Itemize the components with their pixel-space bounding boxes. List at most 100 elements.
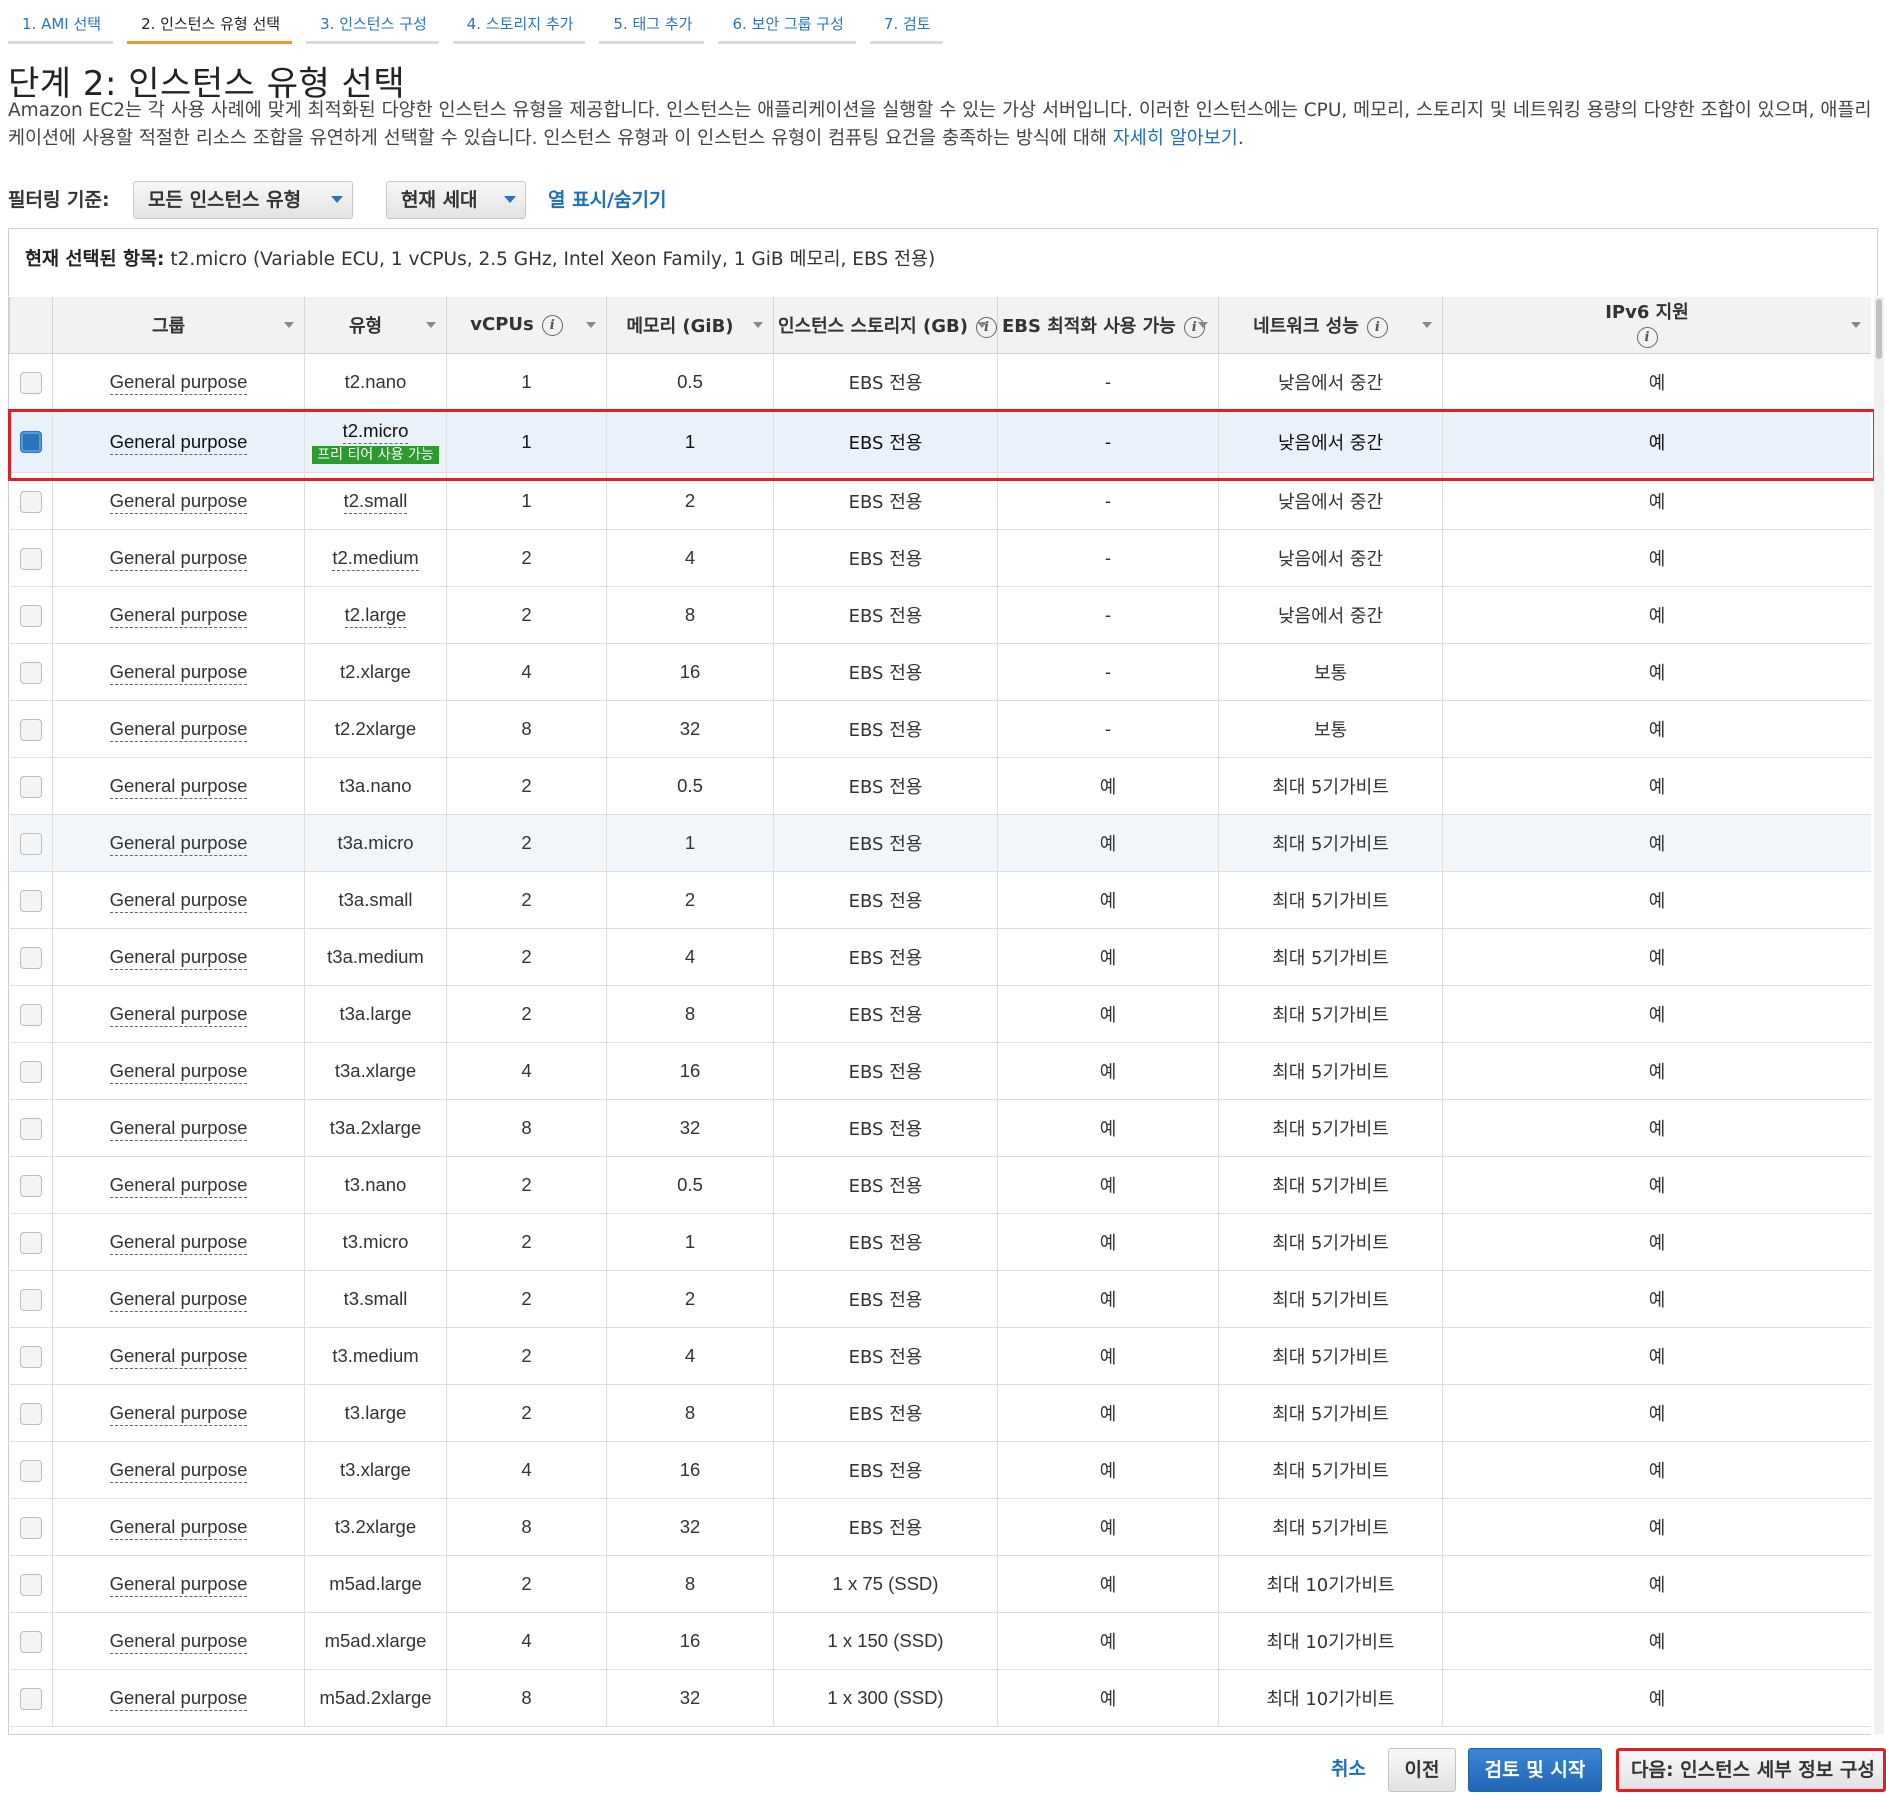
cell-group-text[interactable]: General purpose [109, 889, 248, 913]
cancel-button[interactable]: 취소 [1331, 1754, 1366, 1781]
row-select-cell[interactable] [9, 1384, 53, 1442]
row-checkbox[interactable] [19, 1573, 42, 1596]
next-configure-instance-button[interactable]: 다음: 인스턴스 세부 정보 구성 [1616, 1748, 1886, 1792]
cell-group-text[interactable]: General purpose [109, 1573, 248, 1597]
table-row[interactable]: General purpose t3.micro 2 1 EBS 전용 예 최대 5기가비트… [9, 1213, 1871, 1271]
row-checkbox[interactable] [19, 661, 42, 684]
cell-group-text[interactable]: General purpose [109, 661, 248, 685]
row-checkbox[interactable] [19, 889, 42, 912]
show-hide-columns-link[interactable]: 열 표시/숨기기 [548, 185, 666, 212]
wizard-step-5[interactable]: 5. 태그 추가 [599, 0, 705, 44]
row-checkbox[interactable] [19, 718, 42, 741]
cell-group-text[interactable]: General purpose [109, 946, 248, 970]
row-checkbox[interactable] [19, 371, 42, 394]
cell-group-text[interactable]: General purpose [109, 832, 248, 856]
row-checkbox[interactable] [19, 547, 42, 570]
info-icon[interactable]: i [1366, 316, 1388, 338]
row-select-cell[interactable] [9, 1213, 53, 1271]
row-select-cell[interactable] [9, 586, 53, 644]
row-select-cell[interactable] [9, 529, 53, 587]
row-checkbox[interactable] [19, 1288, 42, 1311]
wizard-step-3[interactable]: 3. 인스턴스 구성 [306, 0, 439, 44]
table-row[interactable]: General purpose m5ad.xlarge 4 16 1 x 150 (SS… [9, 1612, 1871, 1670]
row-select-cell[interactable] [9, 472, 53, 530]
cell-type-text[interactable]: t2.small [343, 490, 408, 514]
cell-group-text[interactable]: General purpose [109, 1117, 248, 1141]
table-row[interactable]: General purpose t3.xlarge 4 16 EBS 전용 예 최대 5기가… [9, 1441, 1871, 1499]
row-checkbox[interactable] [19, 1117, 42, 1140]
row-select-cell[interactable] [9, 643, 53, 701]
header-network-performance[interactable]: 네트워크 성능 i [1218, 297, 1443, 354]
row-select-cell[interactable] [9, 871, 53, 929]
cell-group-text[interactable]: General purpose [109, 718, 248, 742]
table-row[interactable]: General purpose t3.medium 2 4 EBS 전용 예 최대 5기가비… [9, 1327, 1871, 1385]
row-select-cell[interactable] [9, 1498, 53, 1556]
cell-group-text[interactable]: General purpose [109, 1231, 248, 1255]
table-row[interactable]: General purpose t3.small 2 2 EBS 전용 예 최대 5기가비트… [9, 1270, 1871, 1328]
vertical-scrollbar[interactable] [1874, 297, 1884, 1734]
row-select-cell[interactable] [9, 757, 53, 815]
table-row[interactable]: General purpose t2.medium 2 4 EBS 전용 - 낮음에서 중간… [9, 529, 1871, 587]
cell-group-text[interactable]: General purpose [109, 1174, 248, 1198]
cell-group-text[interactable]: General purpose [109, 1003, 248, 1027]
row-checkbox[interactable] [19, 1345, 42, 1368]
generation-filter-dropdown[interactable]: 현재 세대 [386, 181, 526, 219]
row-checkbox[interactable] [19, 1687, 42, 1710]
table-row[interactable]: General purpose t3a.small 2 2 EBS 전용 예 최대 5기가비… [9, 871, 1871, 929]
header-memory[interactable]: 메모리 (GiB) [606, 297, 774, 354]
cell-group-text[interactable]: General purpose [109, 1687, 248, 1711]
row-select-cell[interactable] [9, 985, 53, 1043]
row-checkbox[interactable] [19, 1630, 42, 1653]
row-checkbox[interactable] [19, 1459, 42, 1482]
header-vcpus[interactable]: vCPUs i [446, 297, 607, 354]
row-checkbox[interactable] [19, 1003, 42, 1026]
row-select-cell[interactable] [9, 928, 53, 986]
table-row[interactable]: General purpose t2.2xlarge 8 32 EBS 전용 - 보통 예 [9, 700, 1871, 758]
table-row[interactable]: General purpose t3.large 2 8 EBS 전용 예 최대 5기가비트… [9, 1384, 1871, 1442]
header-ebs-optimized[interactable]: EBS 최적화 사용 가능 i [997, 297, 1219, 354]
table-row[interactable]: General purpose t2.large 2 8 EBS 전용 - 낮음에서 중간 예 [9, 586, 1871, 644]
row-checkbox[interactable] [19, 946, 42, 969]
table-row[interactable]: General purpose m5ad.large 2 8 1 x 75 (SSD) 예… [9, 1555, 1871, 1613]
wizard-step-1[interactable]: 1. AMI 선택 [8, 0, 114, 44]
cell-group-text[interactable]: General purpose [109, 1516, 248, 1540]
cell-group-text[interactable]: General purpose [109, 775, 248, 799]
table-row[interactable]: General purpose t3a.large 2 8 EBS 전용 예 최대 5기가비… [9, 985, 1871, 1043]
table-row[interactable]: General purpose t2.micro 프리 티어 사용 가능 1 1 EBS … [9, 410, 1871, 473]
row-select-cell[interactable] [9, 1441, 53, 1499]
row-select-cell[interactable] [9, 410, 53, 473]
cell-group-text[interactable]: General purpose [109, 547, 248, 571]
row-select-cell[interactable] [9, 700, 53, 758]
table-row[interactable]: General purpose m5ad.2xlarge 8 32 1 x 300 (S… [9, 1669, 1871, 1727]
table-row[interactable]: General purpose t2.nano 1 0.5 EBS 전용 - 낮음에서 중간… [9, 353, 1871, 411]
cell-group-text[interactable]: General purpose [109, 1288, 248, 1312]
table-row[interactable]: General purpose t3.nano 2 0.5 EBS 전용 예 최대 5기가비… [9, 1156, 1871, 1214]
header-ipv6[interactable]: IPv6 지원 i [1442, 297, 1871, 354]
header-type[interactable]: 유형 [304, 297, 447, 354]
wizard-step-2[interactable]: 2. 인스턴스 유형 선택 [127, 0, 293, 44]
cell-type-text[interactable]: t2.micro [342, 419, 409, 444]
cell-group-text[interactable]: General purpose [109, 1459, 248, 1483]
scrollbar-thumb[interactable] [1876, 299, 1882, 359]
row-checkbox[interactable] [19, 1174, 42, 1197]
learn-more-link[interactable]: 자세히 알아보기 [1113, 128, 1238, 149]
table-row[interactable]: General purpose t3a.nano 2 0.5 EBS 전용 예 최대 5기가… [9, 757, 1871, 815]
review-and-launch-button[interactable]: 검토 및 시작 [1468, 1748, 1602, 1792]
row-checkbox[interactable] [19, 832, 42, 855]
table-row[interactable]: General purpose t3a.medium 2 4 EBS 전용 예 최대 5기가… [9, 928, 1871, 986]
cell-type-text[interactable]: t2.medium [332, 547, 419, 571]
cell-group-text[interactable]: General purpose [109, 604, 248, 628]
row-checkbox[interactable] [19, 1231, 42, 1254]
instance-type-filter-dropdown[interactable]: 모든 인스턴스 유형 [133, 181, 353, 219]
cell-group-text[interactable]: General purpose [109, 1060, 248, 1084]
info-icon[interactable]: i [1636, 326, 1658, 348]
row-select-cell[interactable] [9, 1612, 53, 1670]
cell-group-text[interactable]: General purpose [109, 1630, 248, 1654]
row-select-cell[interactable] [9, 1042, 53, 1100]
row-select-cell[interactable] [9, 1099, 53, 1157]
row-select-cell[interactable] [9, 1156, 53, 1214]
wizard-step-4[interactable]: 4. 스토리지 추가 [452, 0, 586, 44]
table-row[interactable]: General purpose t2.xlarge 4 16 EBS 전용 - 보통 예 [9, 643, 1871, 701]
row-select-cell[interactable] [9, 814, 53, 872]
cell-group-text[interactable]: General purpose [109, 1345, 248, 1369]
